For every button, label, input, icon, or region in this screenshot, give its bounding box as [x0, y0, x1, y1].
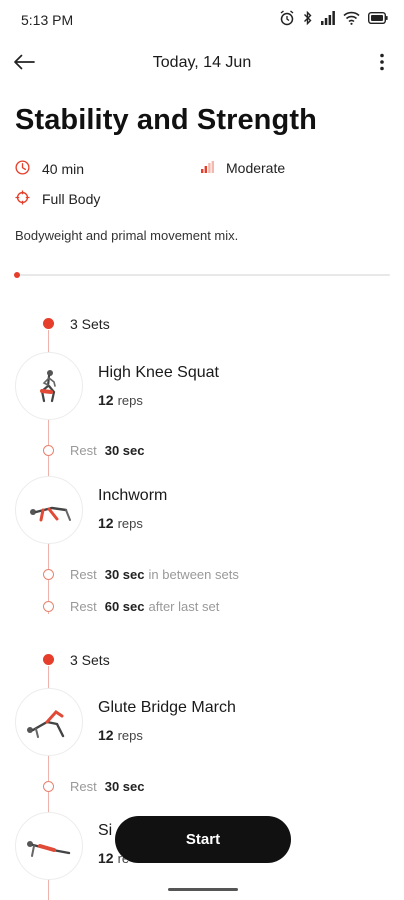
squat-figure-icon — [40, 370, 56, 403]
rest-duration: 30 sec — [104, 567, 145, 582]
rest-note: after last set — [148, 599, 220, 614]
rest-row: Rest 30 sec — [70, 779, 149, 794]
exercise-reps: 12 reps — [98, 515, 143, 531]
target-icon — [15, 190, 42, 208]
cellular-signal-icon — [321, 11, 335, 25]
exercise-reps: 12 reps — [98, 727, 143, 743]
workout-title: Stability and Strength — [15, 104, 317, 136]
intensity-meta: Moderate — [201, 160, 285, 176]
page-date-title: Today, 14 Jun — [152, 54, 252, 71]
exercise-name[interactable]: Si — [98, 822, 112, 840]
rest-label: Rest — [70, 443, 97, 458]
reps-unit: reps — [117, 393, 143, 408]
reps-unit: reps — [117, 516, 143, 531]
exercise-thumbnail-high-knee-squat[interactable] — [15, 352, 83, 420]
rest-duration: 60 sec — [104, 599, 145, 614]
reps-count: 12 — [98, 727, 114, 743]
status-time: 5:13 PM — [21, 12, 74, 28]
battery-icon — [368, 12, 388, 24]
exercise-name[interactable]: High Knee Squat — [98, 364, 219, 382]
rest-row: Rest 30 sec — [70, 443, 149, 458]
exercise-thumbnail-side[interactable] — [15, 812, 83, 880]
sets-label: 3 Sets — [70, 316, 110, 332]
rest-note: in between sets — [148, 567, 239, 582]
start-button[interactable]: Start — [115, 816, 291, 863]
home-indicator[interactable] — [168, 888, 238, 891]
rest-marker — [43, 781, 54, 792]
clock-icon — [15, 160, 42, 178]
side-plank-figure-icon — [27, 841, 71, 857]
intensity-bars-icon — [201, 160, 226, 176]
app-bar: Today, 14 Jun — [0, 44, 404, 84]
exercise-reps: 12 reps — [98, 392, 143, 408]
reps-unit: reps — [117, 728, 143, 743]
focus-meta: Full Body — [15, 190, 100, 208]
rest-label: Rest — [70, 599, 97, 614]
rest-label: Rest — [70, 779, 97, 794]
rest-duration: 30 sec — [104, 443, 145, 458]
set-marker-dot — [43, 318, 54, 329]
status-bar: 5:13 PM — [0, 0, 404, 40]
alarm-icon — [279, 10, 295, 26]
exercise-thumbnail-glute-bridge-march[interactable] — [15, 688, 83, 756]
bluetooth-icon — [303, 10, 313, 26]
inchworm-figure-icon — [30, 506, 71, 522]
wifi-icon — [343, 11, 360, 25]
rest-label: Rest — [70, 567, 97, 582]
exercise-thumbnail-inchworm[interactable] — [15, 476, 83, 544]
glute-bridge-figure-icon — [27, 710, 65, 738]
reps-count: 12 — [98, 392, 114, 408]
progress-indicator-dot — [14, 272, 20, 278]
status-icons — [279, 10, 388, 26]
workout-progress-bar — [14, 272, 390, 278]
more-vertical-icon — [380, 53, 384, 76]
duration-text: 40 min — [42, 161, 85, 177]
exercise-name[interactable]: Inchworm — [98, 487, 167, 505]
duration-meta: 40 min — [15, 160, 84, 178]
set-marker-dot — [43, 654, 54, 665]
intensity-text: Moderate — [226, 160, 286, 176]
reps-count: 12 — [98, 515, 114, 531]
rest-row: Rest 30 sec in between sets — [70, 567, 239, 582]
exercise-name[interactable]: Glute Bridge March — [98, 699, 236, 717]
focus-text: Full Body — [42, 191, 101, 207]
rest-duration: 30 sec — [104, 779, 145, 794]
more-options-button[interactable] — [368, 48, 396, 80]
workout-description: Bodyweight and primal movement mix. — [15, 228, 239, 243]
rest-marker — [43, 445, 54, 456]
sets-label: 3 Sets — [70, 652, 110, 668]
rest-marker — [43, 569, 54, 580]
rest-marker — [43, 601, 54, 612]
reps-count: 12 — [98, 850, 114, 866]
rest-row: Rest 60 sec after last set — [70, 599, 219, 614]
